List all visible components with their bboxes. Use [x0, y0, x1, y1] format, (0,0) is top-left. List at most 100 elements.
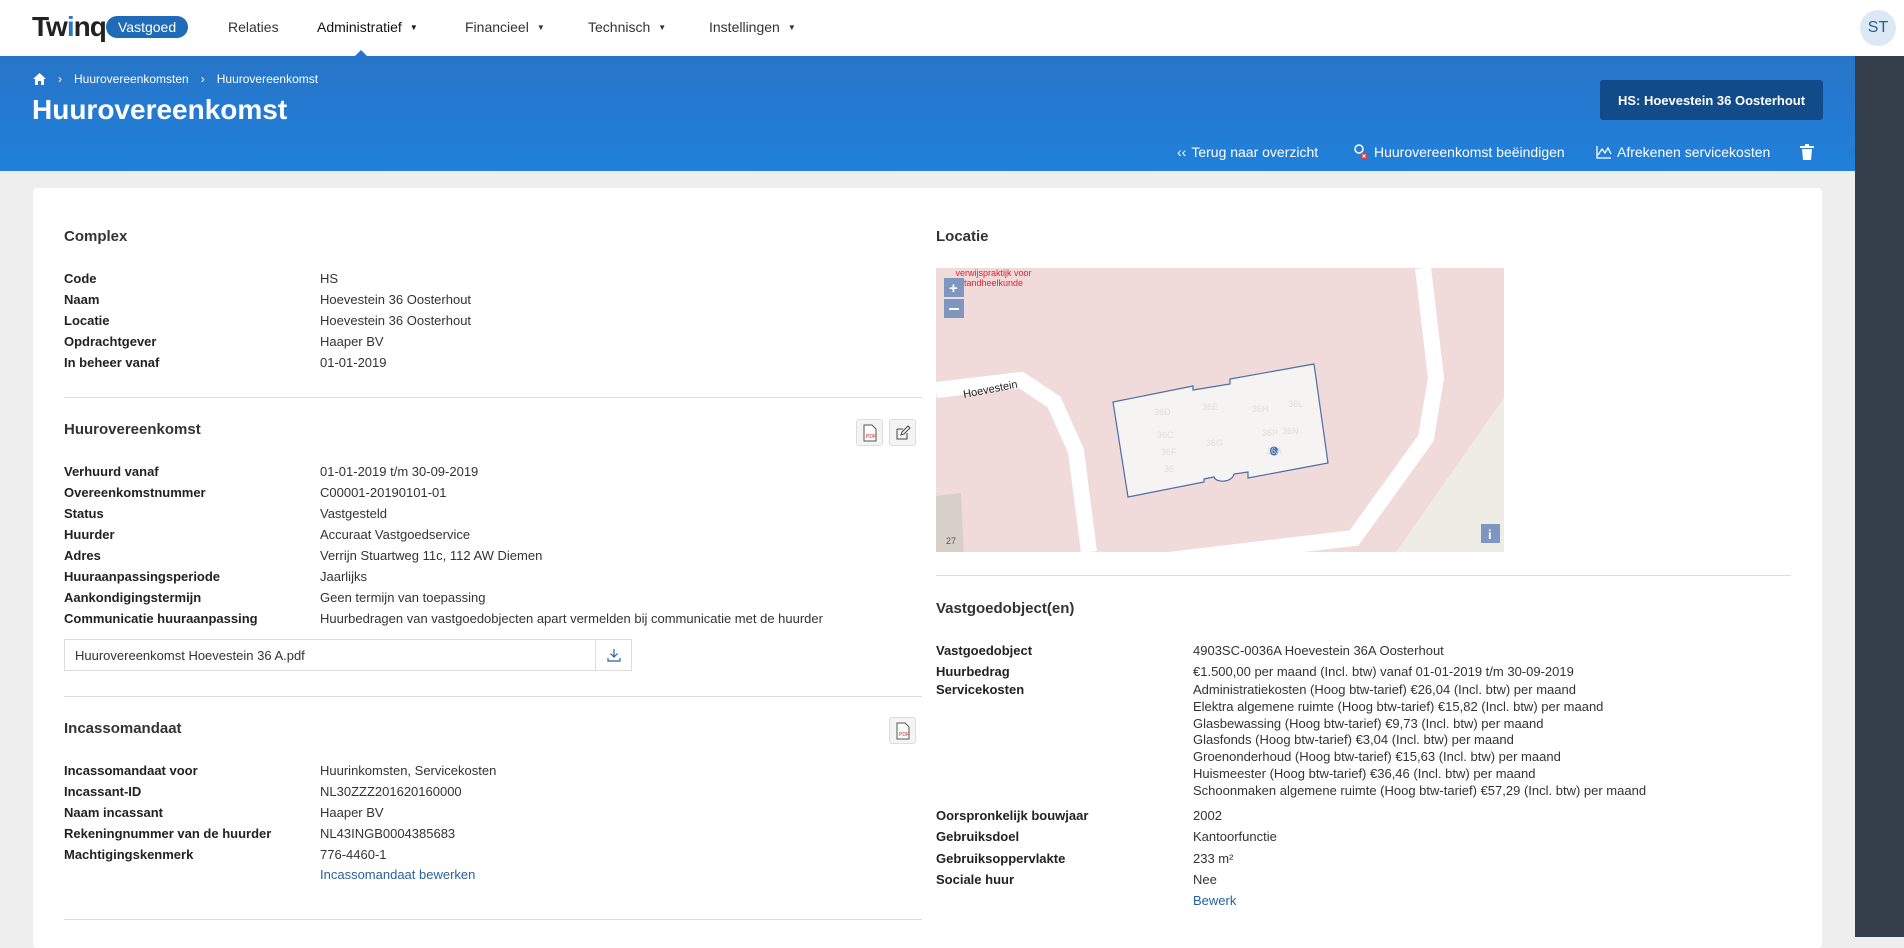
divider [936, 575, 1791, 576]
nav-instellingen[interactable]: Instellingen▼ [709, 19, 796, 35]
row-label: Sociale huur [936, 869, 1193, 890]
detail-row: OpdrachtgeverHaaper BV [64, 331, 384, 352]
module-badge[interactable]: Vastgoed [106, 16, 188, 38]
pdf-icon: PDF [862, 424, 878, 442]
unit-label: 36G [1206, 438, 1223, 448]
row-value: C00001-20190101-01 [320, 482, 447, 503]
row-label: Huuraanpassingsperiode [64, 566, 320, 587]
unit-label: 36D [1154, 407, 1171, 417]
nav-label: Instellingen [709, 19, 780, 35]
unit-label: 36E [1202, 402, 1218, 412]
detail-row: Oorspronkelijk bouwjaar2002 [936, 805, 1222, 826]
mandate-section-title: Incassomandaat [64, 720, 182, 737]
unit-label: 36 [1164, 464, 1174, 474]
nav-label: Technisch [588, 19, 650, 35]
minus-icon [949, 308, 959, 310]
detail-row: AankondigingstermijnGeen termijn van toe… [64, 587, 485, 608]
mandate-pdf-button[interactable]: PDF [889, 717, 916, 744]
row-label: Communicatie huuraanpassing [64, 608, 320, 629]
chevron-right-icon: › [201, 72, 205, 86]
edit-mandate-link[interactable]: Incassomandaat bewerken [320, 864, 475, 885]
row-label: Verhuurd vanaf [64, 461, 320, 482]
row-value: 01-01-2019 t/m 30-09-2019 [320, 461, 478, 482]
unit-label: 36C [1157, 430, 1174, 440]
detail-row: Incassant-IDNL30ZZZ201620160000 [64, 781, 462, 802]
chart-line-icon [1596, 145, 1612, 159]
edit-object-link[interactable]: Bewerk [1193, 890, 1236, 911]
object-link[interactable]: 4903SC-0036A Hoevestein 36A Oosterhout [1193, 640, 1444, 661]
row-label: Oorspronkelijk bouwjaar [936, 805, 1193, 826]
file-name[interactable]: Huurovereenkomst Hoevestein 36 A.pdf [65, 648, 595, 663]
row-value: 233 m² [1193, 848, 1233, 869]
nav-technisch[interactable]: Technisch ▼ [588, 19, 666, 35]
settle-service-costs-button[interactable]: Afrekenen servicekosten [1596, 144, 1770, 160]
svg-text:PDF: PDF [899, 732, 909, 738]
caret-down-icon: ▼ [658, 23, 666, 32]
row-value[interactable]: Haaper BV [320, 331, 384, 352]
row-value: Hoevestein 36 Oosterhout [320, 289, 471, 310]
objects-section-title: Vastgoedobject(en) [936, 600, 1074, 617]
delete-button[interactable] [1800, 144, 1814, 160]
row-value: NL43INGB0004385683 [320, 823, 455, 844]
row-label: Naam [64, 289, 320, 310]
end-contract-button[interactable]: Huurovereenkomst beëindigen [1353, 144, 1565, 160]
user-avatar[interactable]: ST [1860, 10, 1896, 46]
back-to-overview-button[interactable]: ‹‹Terug naar overzicht [1177, 144, 1318, 160]
contract-file: Huurovereenkomst Hoevestein 36 A.pdf [64, 639, 632, 671]
pdf-button[interactable]: PDF [856, 419, 883, 446]
service-cost-item: Elektra algemene ruimte (Hoog btw-tarief… [1193, 699, 1646, 716]
detail-row: Incassomandaat voorHuurinkomsten, Servic… [64, 760, 496, 781]
nav-administratief[interactable]: Administratief▼ [317, 19, 418, 35]
twinq-logo[interactable]: Twinq [32, 11, 106, 43]
row-value: Hoevestein 36 Oosterhout [320, 310, 471, 331]
map-info-button[interactable]: i [1481, 524, 1500, 543]
unit-label: 36N [1282, 426, 1299, 436]
row-value: Vastgesteld [320, 503, 387, 524]
nav-relaties[interactable]: Relaties [228, 19, 279, 35]
complex-button[interactable]: HS: Hoevestein 36 Oosterhout [1600, 80, 1823, 120]
right-sidebar [1855, 56, 1904, 937]
detail-row: Rekeningnummer van de huurderNL43INGB000… [64, 823, 455, 844]
detail-row: OvereenkomstnummerC00001-20190101-01 [64, 482, 447, 503]
detail-row: Communicatie huuraanpassingHuurbedragen … [64, 608, 823, 629]
zoom-in-button[interactable]: + [944, 278, 964, 297]
row-value[interactable]: Accuraat Vastgoedservice [320, 524, 470, 545]
object-row: Vastgoedobject4903SC-0036A Hoevestein 36… [936, 640, 1444, 661]
location-section-title: Locatie [936, 228, 989, 245]
service-cost-item: Schoonmaken algemene ruimte (Hoog btw-ta… [1193, 783, 1646, 800]
nav-financieel[interactable]: Financieel▼ [465, 19, 545, 35]
info-icon: i [1488, 527, 1492, 542]
detail-row: AdresVerrijn Stuartweg 11c, 112 AW Dieme… [64, 545, 542, 566]
download-button[interactable] [595, 640, 631, 670]
row-label: Gebruiksdoel [936, 826, 1193, 847]
row-label: Huurbedrag [936, 661, 1193, 682]
page-title: Huurovereenkomst [32, 94, 287, 126]
zoom-out-button[interactable] [944, 299, 964, 318]
detail-row: Naam incassantHaaper BV [64, 802, 384, 823]
row-value: 776-4460-1 [320, 844, 387, 865]
detail-row: Sociale huurNee [936, 869, 1217, 890]
detail-row: StatusVastgesteld [64, 503, 387, 524]
contract-section-title: Huurovereenkomst [64, 421, 201, 438]
breadcrumb-huurovereenkomsten[interactable]: Huurovereenkomsten [74, 72, 189, 86]
row-label: Gebruiksoppervlakte [936, 848, 1193, 869]
complex-section-title: Complex [64, 228, 127, 245]
row-label: Rekeningnummer van de huurder [64, 823, 320, 844]
map-canvas: 36D 36E 36H 36L 36C 36P 36N 36G 36F 36A … [936, 268, 1504, 552]
home-icon[interactable] [33, 73, 46, 85]
action-label: Afrekenen servicekosten [1617, 144, 1770, 160]
detail-row: LocatieHoevestein 36 Oosterhout [64, 310, 471, 331]
svg-text:PDF: PDF [866, 434, 876, 440]
rent-row: Huurbedrag€1.500,00 per maand (Incl. btw… [936, 661, 1574, 682]
row-label: Locatie [64, 310, 320, 331]
row-value: Huurinkomsten, Servicekosten [320, 760, 496, 781]
divider [64, 696, 922, 697]
location-map[interactable]: 36D 36E 36H 36L 36C 36P 36N 36G 36F 36A … [936, 268, 1504, 552]
link-label: Bewerk [1193, 890, 1236, 911]
chevron-right-icon: › [58, 72, 62, 86]
row-label: Incassant-ID [64, 781, 320, 802]
edit-contract-button[interactable] [889, 419, 916, 446]
top-navbar: Twinq Vastgoed Relaties Administratief▼ … [0, 0, 1904, 56]
row-label: Incassomandaat voor [64, 760, 320, 781]
service-cost-item: Groenonderhoud (Hoog btw-tarief) €15,63 … [1193, 749, 1646, 766]
